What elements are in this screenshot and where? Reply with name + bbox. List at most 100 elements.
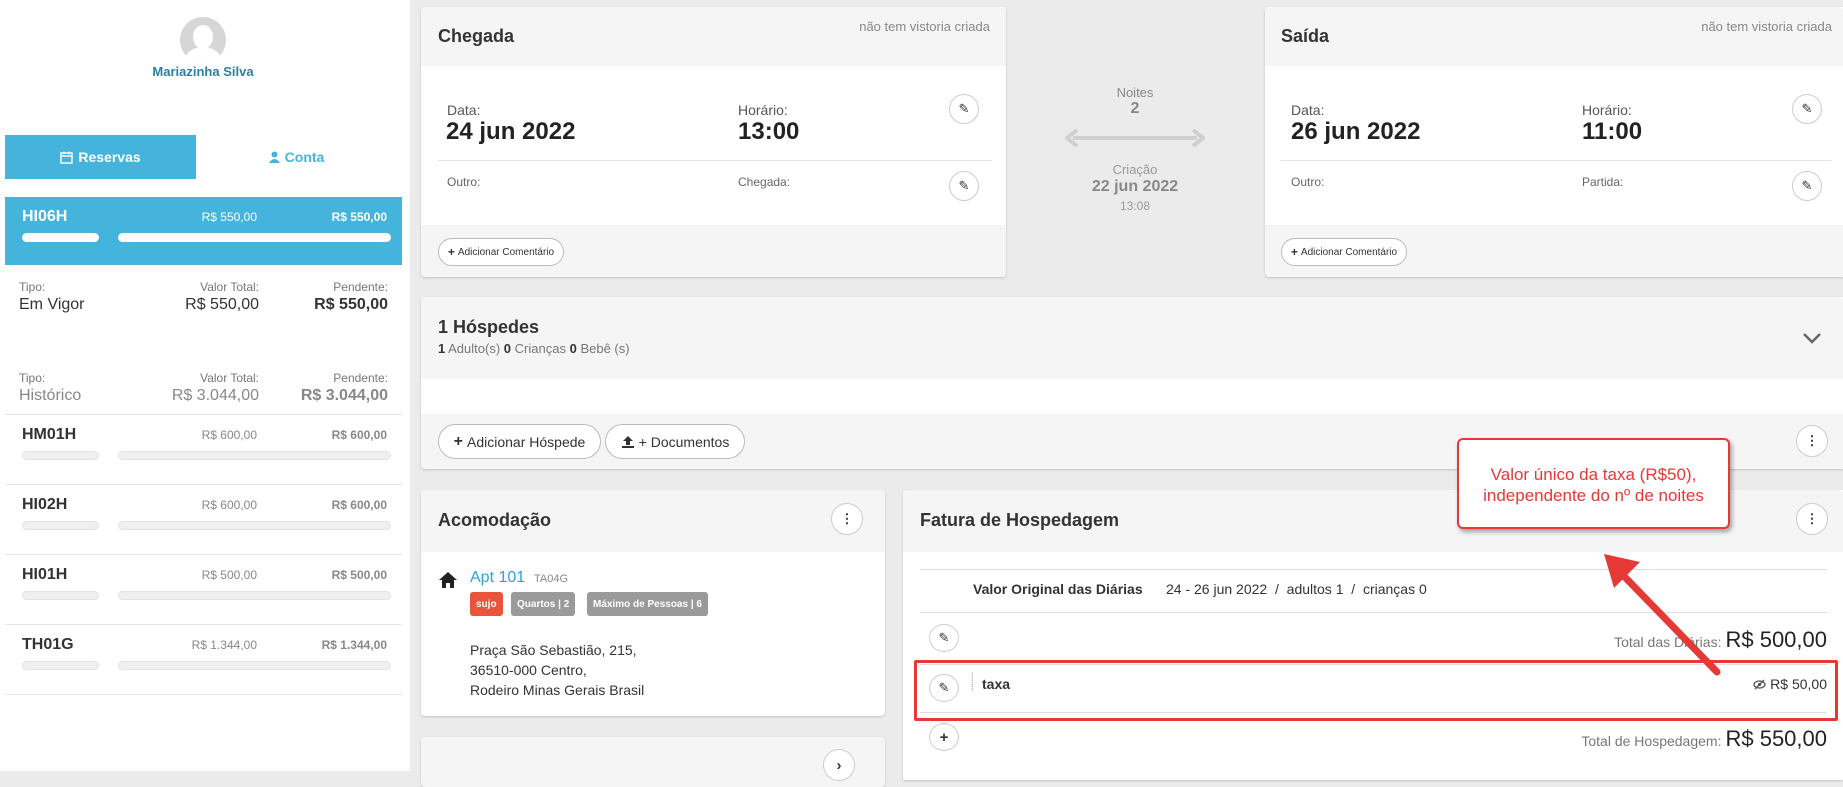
nights-label: Noites [1116,85,1154,100]
progress-bar [118,233,391,242]
reservation-code: TH01G [22,636,74,653]
capacity-badge: Máximo de Pessoas | 6 [587,592,708,616]
inspection-note: não tem vistoria criada [859,19,990,34]
departure-date: 26 jun 2022 [1291,118,1421,145]
add-documents-button[interactable]: + Documentos [605,424,745,459]
tab-reservas[interactable]: Reservas [5,135,196,179]
nights-summary: Noites 2 Criação 22 jun 2022 13:08 [1040,85,1230,220]
user-icon [268,151,280,163]
pending-value: R$ 3.044,00 [300,387,388,404]
rooms-badge: Quartos | 2 [511,592,576,616]
room-name[interactable]: Apt 101 [470,569,525,587]
total-stay-value: R$ 550,00 [1725,726,1827,751]
total-label: Valor Total: [200,280,259,294]
plus-icon: + [447,245,455,259]
edit-rates-button[interactable]: ✎ [929,624,959,652]
progress-bar [118,591,391,600]
progress-bar [118,661,391,670]
reservation-item-active[interactable]: HI06H R$ 550,00 R$ 550,00 [5,197,402,265]
edit-other-button[interactable]: ✎ [1792,171,1822,201]
type-label: Tipo: [19,280,46,294]
progress-bar [118,451,391,460]
add-comment-button[interactable]: + Adicionar Comentário [1281,238,1407,266]
plus-icon: + [1290,245,1298,259]
card-title: Acomodação [438,510,552,530]
created-time: 13:08 [1119,199,1151,213]
reservation-pending: R$ 500,00 [331,568,387,582]
reservation-item[interactable]: HI01H R$ 500,00 R$ 500,00 [5,555,402,625]
other-label: Outro: [447,175,481,189]
reservation-item[interactable]: TH01G R$ 1.344,00 R$ 1.344,00 [5,625,402,695]
pencil-icon: ✎ [1801,101,1813,116]
progress-bar [22,591,99,600]
card-title: Fatura de Hospedagem [920,510,1120,530]
edit-date-button[interactable]: ✎ [1792,94,1822,124]
edit-other-button[interactable]: ✎ [949,171,979,201]
tab-conta[interactable]: Conta [201,135,392,179]
add-comment-button[interactable]: + Adicionar Comentário [438,238,564,266]
chevron-down-icon[interactable] [1802,332,1822,344]
double-arrow-icon [1065,129,1205,147]
reservation-code: HI06H [22,208,68,225]
total-value: R$ 3.044,00 [171,387,259,404]
type-label: Tipo: [19,371,46,385]
plus-icon: + [453,432,464,450]
accommodation-card: Acomodação ⋮ Apt 101 TA04G sujo Quartos … [421,490,885,716]
plus-icon: + [939,728,949,746]
pending-value: R$ 550,00 [314,296,388,313]
divider [438,160,992,161]
room-code: TA04G [534,573,569,585]
avatar[interactable] [180,17,226,63]
arrival-time: 13:00 [738,118,800,145]
progress-bar [22,451,99,460]
upload-icon [621,435,634,448]
total-stay: Total de Hospedagem: R$ 550,00 [1581,726,1827,752]
arrival-date: 24 jun 2022 [446,118,576,145]
invoice-menu-button[interactable]: ⋮ [1796,503,1828,535]
room-address: Praça São Sebastião, 215, 36510-000 Cent… [470,642,645,698]
pending-label: Pendente: [333,280,388,294]
accommodation-menu-button[interactable]: ⋮ [831,503,863,535]
status-badge: sujo [470,592,503,616]
pencil-icon: ✎ [958,178,970,193]
pencil-icon: ✎ [958,101,970,116]
invoice-period: 24 - 26 jun 2022 / adultos 1 / crianças … [1166,581,1427,597]
progress-bar [22,521,99,530]
reservation-value: R$ 500,00 [201,568,257,582]
reservation-pending: R$ 550,00 [331,210,387,224]
guests-menu-button[interactable]: ⋮ [1796,425,1828,457]
add-item-button[interactable]: + [929,723,959,751]
other-label: Outro: [1291,175,1325,189]
departure-card: Saída não tem vistoria criada Data: 26 j… [1265,7,1843,277]
reservation-value: R$ 600,00 [201,498,257,512]
annotation-arrow [1604,554,1721,676]
guests-breakdown: 1 Adulto(s) 0 Crianças 0 Bebê (s) [438,341,630,356]
tab-label: Reservas [78,149,141,165]
reservation-value: R$ 600,00 [201,428,257,442]
summary-current: Tipo: Em Vigor Valor Total: R$ 550,00 Pe… [18,280,388,322]
more-vertical-icon: ⋮ [1805,433,1819,448]
departure-time: 11:00 [1582,118,1643,145]
guests-title: 1 Hóspedes [438,317,540,337]
next-button[interactable]: › [823,749,855,781]
arrival-extra-label: Chegada: [738,175,791,189]
card-title: Chegada [438,26,515,46]
pencil-icon: ✎ [938,630,950,645]
date-label: Data: [1291,102,1325,118]
original-rates-label: Valor Original das Diárias [973,581,1143,597]
sidebar: Mariazinha Silva Reservas Conta HI06H R$… [0,0,410,771]
user-name[interactable]: Mariazinha Silva [110,64,296,79]
add-guest-button[interactable]: + Adicionar Hóspede [438,424,601,459]
edit-date-button[interactable]: ✎ [949,94,979,124]
reservation-item[interactable]: HI02H R$ 600,00 R$ 600,00 [5,485,402,555]
reservation-code: HM01H [22,426,77,443]
annotation-callout: Valor único da taxa (R$50), independente… [1457,438,1730,529]
reservation-item[interactable]: HM01H R$ 600,00 R$ 600,00 [5,415,402,485]
summary-history: Tipo: Histórico Valor Total: R$ 3.044,00… [18,371,388,413]
home-icon [439,572,457,588]
reservation-pending: R$ 1.344,00 [321,638,387,652]
total-value: R$ 550,00 [185,296,259,313]
reservation-pending: R$ 600,00 [331,428,387,442]
type-value: Histórico [19,387,82,404]
pencil-icon: ✎ [1801,178,1813,193]
